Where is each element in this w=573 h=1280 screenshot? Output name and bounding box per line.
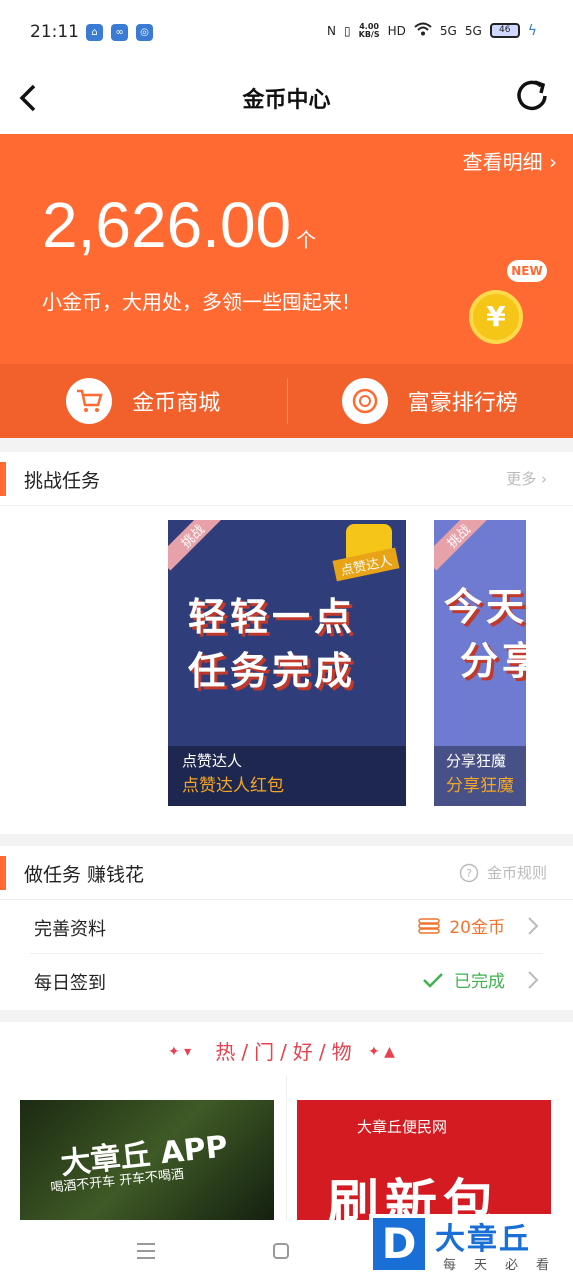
coin-mall-label: 金币商城 [132, 391, 221, 416]
challenge-section: 挑战任务 更多 › 挑战 点赞达人 轻轻一点 任务完成 点赞达人 点赞达人红包 … [0, 452, 573, 834]
challenge-title: 挑战任务 [24, 470, 101, 492]
coin-hero: 查看明细 › 2,626.00 个 小金币，大用处，多领一些囤起来! NEW ¥ [0, 134, 573, 364]
poster-subtitle: 点赞达人 [182, 752, 243, 770]
wifi-icon [414, 22, 432, 39]
task-row-profile[interactable]: 完善资料 20金币 [30, 900, 543, 954]
poster-line-1: 轻轻一点 [188, 595, 357, 639]
coin-unit: 个 [296, 228, 316, 252]
battery-icon: 46 [489, 23, 520, 38]
home-square-icon[interactable] [272, 1242, 290, 1260]
task-label: 每日签到 [34, 973, 106, 994]
coin-balance: 2,626.00 [42, 189, 292, 261]
cart-icon [66, 378, 113, 424]
watermark-logo: D 大章丘 每天必看 [369, 1214, 569, 1276]
signal-1-label: 5G [439, 23, 457, 38]
coin-rank-icon [341, 378, 388, 424]
menu-icon[interactable] [136, 1242, 156, 1260]
nav-bar: 金币中心 [0, 66, 573, 134]
poster-caption: 分享狂魔 分享狂魔 [434, 746, 526, 806]
status-indicators: Ν ▯ 4.00 KB/S HD 5G 5G 46 ϟ [327, 22, 537, 39]
coin-stack-icon [418, 917, 441, 934]
check-icon [423, 972, 443, 988]
poster-tag: 挑战 [168, 520, 228, 571]
challenge-carousel[interactable]: 挑战 点赞达人 轻轻一点 任务完成 点赞达人 点赞达人红包 挑战 今天 分享 分… [0, 506, 573, 836]
watermark-letter: D [373, 1218, 425, 1270]
goods-card-refresh[interactable]: 大章丘便民网 刷新包 [297, 1100, 551, 1220]
poster-subtitle: 分享狂魔 [446, 752, 507, 770]
network-speed: 4.00 KB/S [358, 22, 380, 39]
svg-text:?: ? [466, 867, 472, 880]
chevron-right-icon: › [541, 470, 547, 488]
poster-badge: 点赞达人 [332, 547, 400, 582]
view-detail-label: 查看明细 [462, 150, 543, 174]
chevron-right-icon [528, 971, 539, 989]
goods-card-app[interactable]: 大章丘 APP 喝酒不开车 开车不喝酒 [20, 1100, 274, 1220]
goods-refresh-title: 刷新包 [327, 1175, 502, 1220]
page-title: 金币中心 [242, 88, 331, 113]
hot-goods-title: 热/门/好/物 [215, 1040, 358, 1064]
target-app-icon: ◎ [136, 24, 153, 41]
confetti-right-icon: ✦ ▲ [368, 1044, 395, 1060]
hero-actions: 金币商城 富豪排行榜 [0, 364, 573, 438]
chevron-right-icon [528, 917, 539, 935]
poster-line-2: 任务完成 [188, 649, 357, 693]
watermark-subtitle: 每天必看 [443, 1258, 568, 1273]
hot-goods-section: ✦ ▾ 热/门/好/物 ✦ ▲ 大章丘 APP 喝酒不开车 开车不喝酒 大章丘便… [0, 1022, 573, 1226]
poster-name: 点赞达人红包 [182, 776, 284, 796]
goods-divider [286, 1076, 287, 1226]
rich-ranking-button[interactable]: 富豪排行榜 [286, 364, 573, 438]
hot-goods-header: ✦ ▾ 热/门/好/物 ✦ ▲ [0, 1022, 573, 1080]
tasks-header: 做任务 赚钱花 ? 金币规则 [0, 846, 573, 900]
link-app-icon: ∞ [111, 24, 128, 41]
challenge-more-link[interactable]: 更多 › [506, 468, 547, 489]
challenge-card-like[interactable]: 挑战 点赞达人 轻轻一点 任务完成 点赞达人 点赞达人红包 [168, 520, 406, 806]
coin-mall-button[interactable]: 金币商城 [0, 364, 287, 438]
status-bar: 21:11 ⌂ ∞ ◎ Ν ▯ 4.00 KB/S HD 5G 5G 46 ϟ [0, 0, 573, 66]
view-detail-link[interactable]: 查看明细 › [463, 146, 557, 175]
refresh-icon[interactable] [513, 76, 553, 116]
task-label: 完善资料 [34, 919, 106, 940]
watermark-title: 大章丘 [435, 1222, 531, 1257]
poster-line-2: 分享 [460, 639, 526, 683]
task-status-label: 已完成 [454, 972, 505, 992]
charging-icon: ϟ [527, 22, 537, 39]
poster-name: 分享狂魔 [446, 776, 514, 796]
gold-coin-icon: ¥ [469, 290, 523, 344]
tasks-title: 做任务 赚钱花 [24, 864, 145, 886]
new-badge: NEW [507, 260, 547, 282]
chevron-right-icon: › [549, 150, 557, 174]
task-status: 已完成 [422, 967, 505, 992]
more-label: 更多 [506, 470, 537, 488]
section-accent-bar [0, 856, 6, 890]
notification-icons: ⌂ ∞ ◎ [86, 24, 153, 41]
vibrate-icon: ▯ [344, 23, 351, 38]
poster-caption: 点赞达人 点赞达人红包 [168, 746, 406, 806]
rich-ranking-label: 富豪排行榜 [407, 391, 518, 416]
hero-slogan: 小金币，大用处，多领一些囤起来! [42, 290, 351, 314]
task-reward: 20金币 [417, 913, 505, 938]
poster-line-1: 今天 [444, 585, 526, 629]
nfc-icon: Ν [327, 23, 337, 38]
challenge-card-share[interactable]: 挑战 今天 分享 分享狂魔 分享狂魔 [434, 520, 526, 806]
section-accent-bar [0, 462, 6, 496]
challenge-header: 挑战任务 更多 › [0, 452, 573, 506]
task-row-checkin[interactable]: 每日签到 已完成 [30, 954, 543, 1008]
status-time: 21:11 [30, 22, 79, 42]
coin-rules-link[interactable]: ? 金币规则 [459, 862, 547, 883]
goods-brand: 大章丘便民网 [357, 1118, 448, 1136]
hd-icon: HD [387, 23, 406, 38]
task-reward-label: 20金币 [449, 918, 505, 938]
network-speed-unit: KB/S [358, 29, 380, 39]
signal-2-label: 5G [464, 23, 482, 38]
poster-tag: 挑战 [434, 520, 494, 571]
help-circle-icon: ? [459, 863, 479, 882]
tasks-section: 做任务 赚钱花 ? 金币规则 完善资料 20金币 每日签到 已完成 [0, 846, 573, 1010]
coin-rules-label: 金币规则 [486, 864, 547, 882]
home-app-icon: ⌂ [86, 24, 103, 41]
hot-goods-list: 大章丘 APP 喝酒不开车 开车不喝酒 大章丘便民网 刷新包 [0, 1076, 573, 1226]
